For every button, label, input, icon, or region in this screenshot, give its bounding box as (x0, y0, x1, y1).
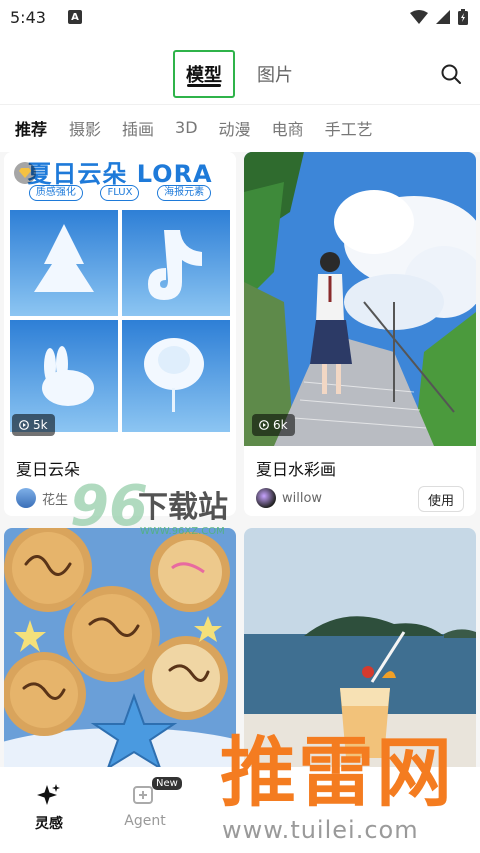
watermark-96xz: 96 下载站 WWW.96XZ.COM (70, 474, 260, 544)
watermark-96-text: 下载站 (138, 490, 228, 525)
category-ecommerce[interactable]: 电商 (272, 116, 325, 140)
card-tag: FLUX (100, 185, 140, 201)
battery-icon (458, 9, 468, 25)
card-author[interactable]: willow (256, 488, 322, 508)
status-bar: 5:43 A (0, 0, 480, 34)
play-icon (19, 420, 29, 430)
author-name: 花生 (42, 492, 69, 508)
category-crafts[interactable]: 手工艺 (325, 116, 389, 140)
author-name: willow (282, 490, 323, 506)
category-bar: 推荐 摄影 插画 3D 动漫 电商 手工艺 (0, 104, 480, 150)
cookies-image (4, 528, 236, 767)
diamond-icon (14, 162, 36, 184)
model-card[interactable] (4, 528, 236, 767)
watermark-96-number: 96 (70, 474, 148, 539)
category-recommended[interactable]: 推荐 (15, 116, 69, 140)
nav-label: Agent (124, 813, 166, 829)
card-tag: 质感强化 (28, 185, 83, 201)
category-illustration[interactable]: 插画 (122, 116, 175, 140)
watercolor-girl-image (244, 152, 476, 446)
category-anime[interactable]: 动漫 (219, 116, 272, 140)
wifi-icon (410, 10, 428, 24)
card-tag: 海报元素 (157, 185, 212, 201)
watermark-96-url: WWW.96XZ.COM (140, 526, 225, 537)
category-photography[interactable]: 摄影 (69, 116, 122, 140)
notification-a-icon: A (67, 10, 82, 24)
view-count-value: 6k (273, 418, 288, 432)
card-image (244, 152, 476, 446)
search-icon[interactable] (440, 63, 462, 85)
use-button[interactable]: 使用 (418, 486, 464, 512)
card-header-title: 夏日云朵 LORA (27, 160, 213, 188)
card-title: 夏日水彩画 (256, 460, 337, 479)
view-count-value: 5k (33, 418, 48, 432)
status-icons (410, 9, 468, 25)
card-tags: 质感强化 FLUX 海报元素 (4, 185, 236, 201)
status-time: 5:43 (10, 7, 46, 27)
nav-inspiration[interactable]: 灵感 (4, 783, 94, 833)
card-header: 夏日云朵 LORA 质感强化 FLUX 海报元素 (4, 152, 236, 206)
play-icon (259, 420, 269, 430)
feed-grid: 夏日云朵 LORA 质感强化 FLUX 海报元素 5k 夏日云朵 花生 6k 夏… (0, 152, 480, 767)
signal-icon (436, 10, 450, 24)
top-tabs: 模型 图片 (0, 50, 480, 106)
avatar (16, 488, 36, 508)
sparkle-icon (37, 784, 60, 805)
nav-agent[interactable]: New Agent (100, 777, 190, 829)
watermark-tuilei: 推雷网 www.tuilei.com (212, 730, 480, 853)
card-author[interactable]: 花生 (16, 488, 68, 508)
watermark-tuilei-text: 推雷网 (220, 728, 454, 817)
nav-label: 灵感 (35, 816, 63, 832)
tab-images[interactable]: 图片 (250, 50, 300, 98)
model-card[interactable]: 6k 夏日水彩画 willow 使用 (244, 152, 476, 516)
tab-model[interactable]: 模型 (173, 50, 235, 98)
view-count: 5k (12, 414, 55, 436)
view-count: 6k (252, 414, 295, 436)
watermark-tuilei-url: www.tuilei.com (222, 816, 419, 844)
model-card[interactable]: 夏日云朵 LORA 质感强化 FLUX 海报元素 5k 夏日云朵 花生 (4, 152, 236, 516)
category-3d[interactable]: 3D (175, 118, 219, 137)
new-badge: New (152, 777, 182, 790)
